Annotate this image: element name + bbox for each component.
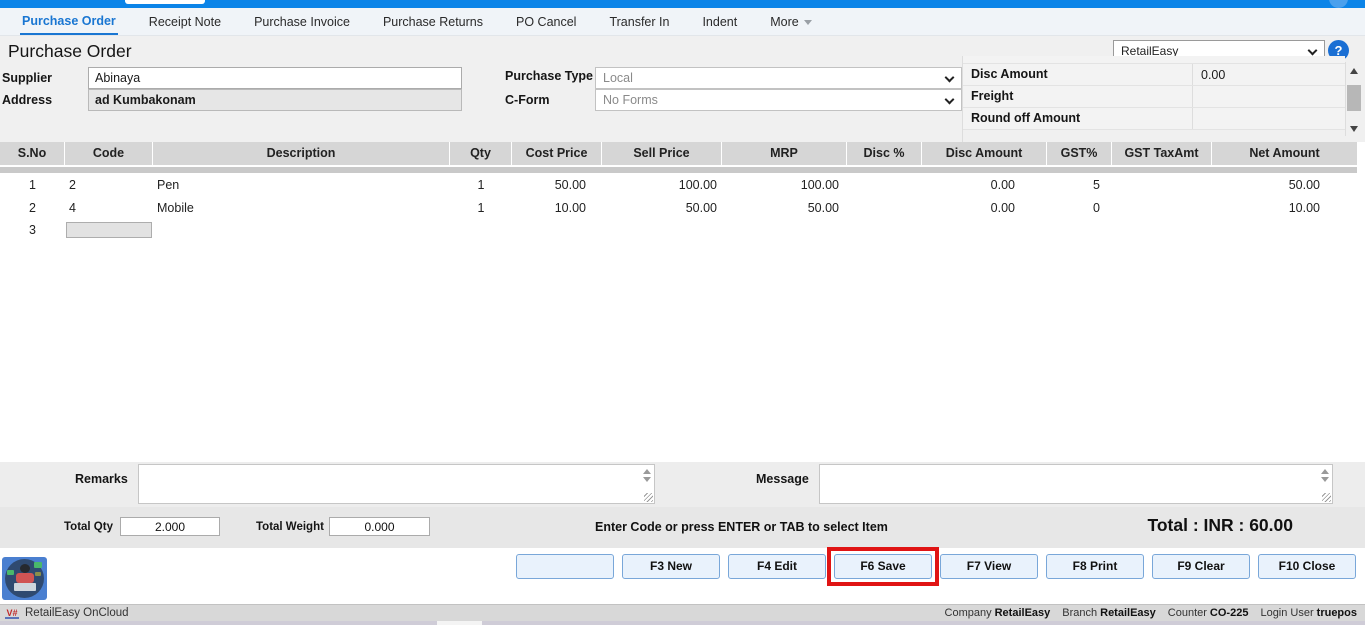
charge-row-clipped[interactable]: Disc % [963,56,1345,64]
cform-select[interactable]: No Forms [595,89,962,111]
remarks-label: Remarks [75,472,128,486]
col-disc-pct: Disc % [847,142,922,165]
resize-handle-icon[interactable] [644,493,653,502]
message-textarea[interactable] [820,465,1318,503]
total-weight-label: Total Weight [256,521,324,533]
table-row[interactable]: 1 2 Pen 1 50.00 100.00 100.00 0.00 5 50.… [0,174,1357,197]
chevron-down-icon [945,73,955,83]
blank-button[interactable] [516,554,614,579]
purchase-type-label: Purchase Type [505,69,593,83]
remarks-textarea-wrap [138,464,655,504]
cform-label: C-Form [505,93,549,107]
message-textarea-wrap [819,464,1333,504]
function-button-row: F3 New F4 Edit F6 Save F7 View F8 Print … [0,549,1365,583]
f6-save-button[interactable]: F6 Save [834,554,932,579]
col-cost-price: Cost Price [512,142,602,165]
chevron-down-icon [1308,46,1318,56]
total-weight-input[interactable] [329,517,430,536]
charge-row-freight[interactable]: Freight [963,86,1345,108]
spinner-up-icon[interactable] [643,469,651,474]
totals-band: Total Qty Total Weight Enter Code or pre… [0,507,1365,548]
tab-more[interactable]: More [768,8,813,35]
module-tab-bar: Purchase Order Receipt Note Purchase Inv… [0,8,1365,36]
charges-scrollbar[interactable] [1345,62,1362,136]
tab-purchase-order[interactable]: Purchase Order [20,8,118,35]
tab-indent[interactable]: Indent [700,8,739,35]
col-gst-taxamt: GST TaxAmt [1112,142,1212,165]
col-net-amount: Net Amount [1212,142,1357,165]
remarks-textarea[interactable] [139,465,640,503]
purchase-order-screen: Purchase Order Receipt Note Purchase Inv… [0,0,1365,625]
charge-label: Freight [963,86,1193,107]
col-sell-price: Sell Price [602,142,722,165]
supplier-label: Supplier [2,71,52,85]
tab-po-cancel[interactable]: PO Cancel [514,8,578,35]
page-title: Purchase Order [8,41,132,62]
company-info: CompanyRetailEasy [945,607,1051,619]
charge-row-disc-amount[interactable]: Disc Amount 0.00 [963,64,1345,86]
purchase-type-select[interactable]: Local [595,67,962,89]
address-input[interactable] [88,89,462,111]
session-info: CompanyRetailEasy BranchRetailEasy Count… [945,607,1365,619]
support-chat-icon[interactable] [2,557,47,600]
charge-label: Disc Amount [963,64,1193,85]
total-qty-label: Total Qty [64,521,113,533]
tab-receipt-note[interactable]: Receipt Note [147,8,223,35]
retaileasy-logo-icon: V# [5,607,19,619]
login-user-info: Login Usertruepos [1260,607,1357,619]
top-bar-white-segment [125,0,205,4]
col-qty: Qty [450,142,512,165]
table-row-new: 3 [0,219,1357,242]
f4-edit-button[interactable]: F4 Edit [728,554,826,579]
item-code-input[interactable] [66,222,152,238]
scrollbar-thumb[interactable] [1347,85,1361,111]
col-gst-pct: GST% [1047,142,1112,165]
scroll-up-icon[interactable] [1350,68,1358,74]
app-name: RetailEasy OnCloud [25,607,129,619]
col-description: Description [153,142,450,165]
spinner-down-icon[interactable] [643,477,651,482]
col-code: Code [65,142,153,165]
f3-new-button[interactable]: F3 New [622,554,720,579]
chevron-down-icon [945,95,955,105]
f9-clear-button[interactable]: F9 Clear [1152,554,1250,579]
item-entry-hint: Enter Code or press ENTER or TAB to sele… [595,520,888,534]
f10-close-button[interactable]: F10 Close [1258,554,1356,579]
spinner-up-icon[interactable] [1321,469,1329,474]
col-mrp: MRP [722,142,847,165]
tab-transfer-in[interactable]: Transfer In [607,8,671,35]
scroll-down-icon[interactable] [1350,126,1358,132]
branch-info: BranchRetailEasy [1062,607,1156,619]
total-qty-input[interactable] [120,517,220,536]
status-bar: V# RetailEasy OnCloud CompanyRetailEasy … [0,604,1365,621]
save-button-highlight-box: F6 Save [827,547,939,586]
form-header-area: Purchase Order RetailEasy ? Supplier Add… [0,36,1365,142]
remarks-band: Remarks Message [0,462,1365,507]
col-sno: S.No [0,142,65,165]
supplier-input[interactable] [88,67,462,89]
resize-handle-icon[interactable] [1322,493,1331,502]
top-right-badge-icon [1329,0,1348,8]
table-row[interactable]: 2 4 Mobile 1 10.00 50.00 50.00 0.00 0 10… [0,197,1357,220]
tab-purchase-invoice[interactable]: Purchase Invoice [252,8,352,35]
charge-label: Round off Amount [963,108,1193,129]
message-label: Message [756,472,809,486]
charge-value: 0.00 [1193,68,1225,82]
top-accent-bar [0,0,1365,8]
charge-row-round-off[interactable]: Round off Amount [963,108,1345,130]
item-table-header: S.No Code Description Qty Cost Price Sel… [0,142,1357,165]
table-header-strip [0,167,1357,173]
taskbar-strip [0,621,1365,625]
counter-info: CounterCO-225 [1168,607,1249,619]
f7-view-button[interactable]: F7 View [940,554,1038,579]
address-label: Address [2,93,52,107]
spinner-down-icon[interactable] [1321,477,1329,482]
grand-total: Total : INR : 60.00 [1147,515,1293,536]
charges-panel: Disc % Disc Amount 0.00 Freight Round of… [962,56,1345,142]
chevron-down-icon [804,20,812,25]
tab-purchase-returns[interactable]: Purchase Returns [381,8,485,35]
f8-print-button[interactable]: F8 Print [1046,554,1144,579]
col-disc-amount: Disc Amount [922,142,1047,165]
